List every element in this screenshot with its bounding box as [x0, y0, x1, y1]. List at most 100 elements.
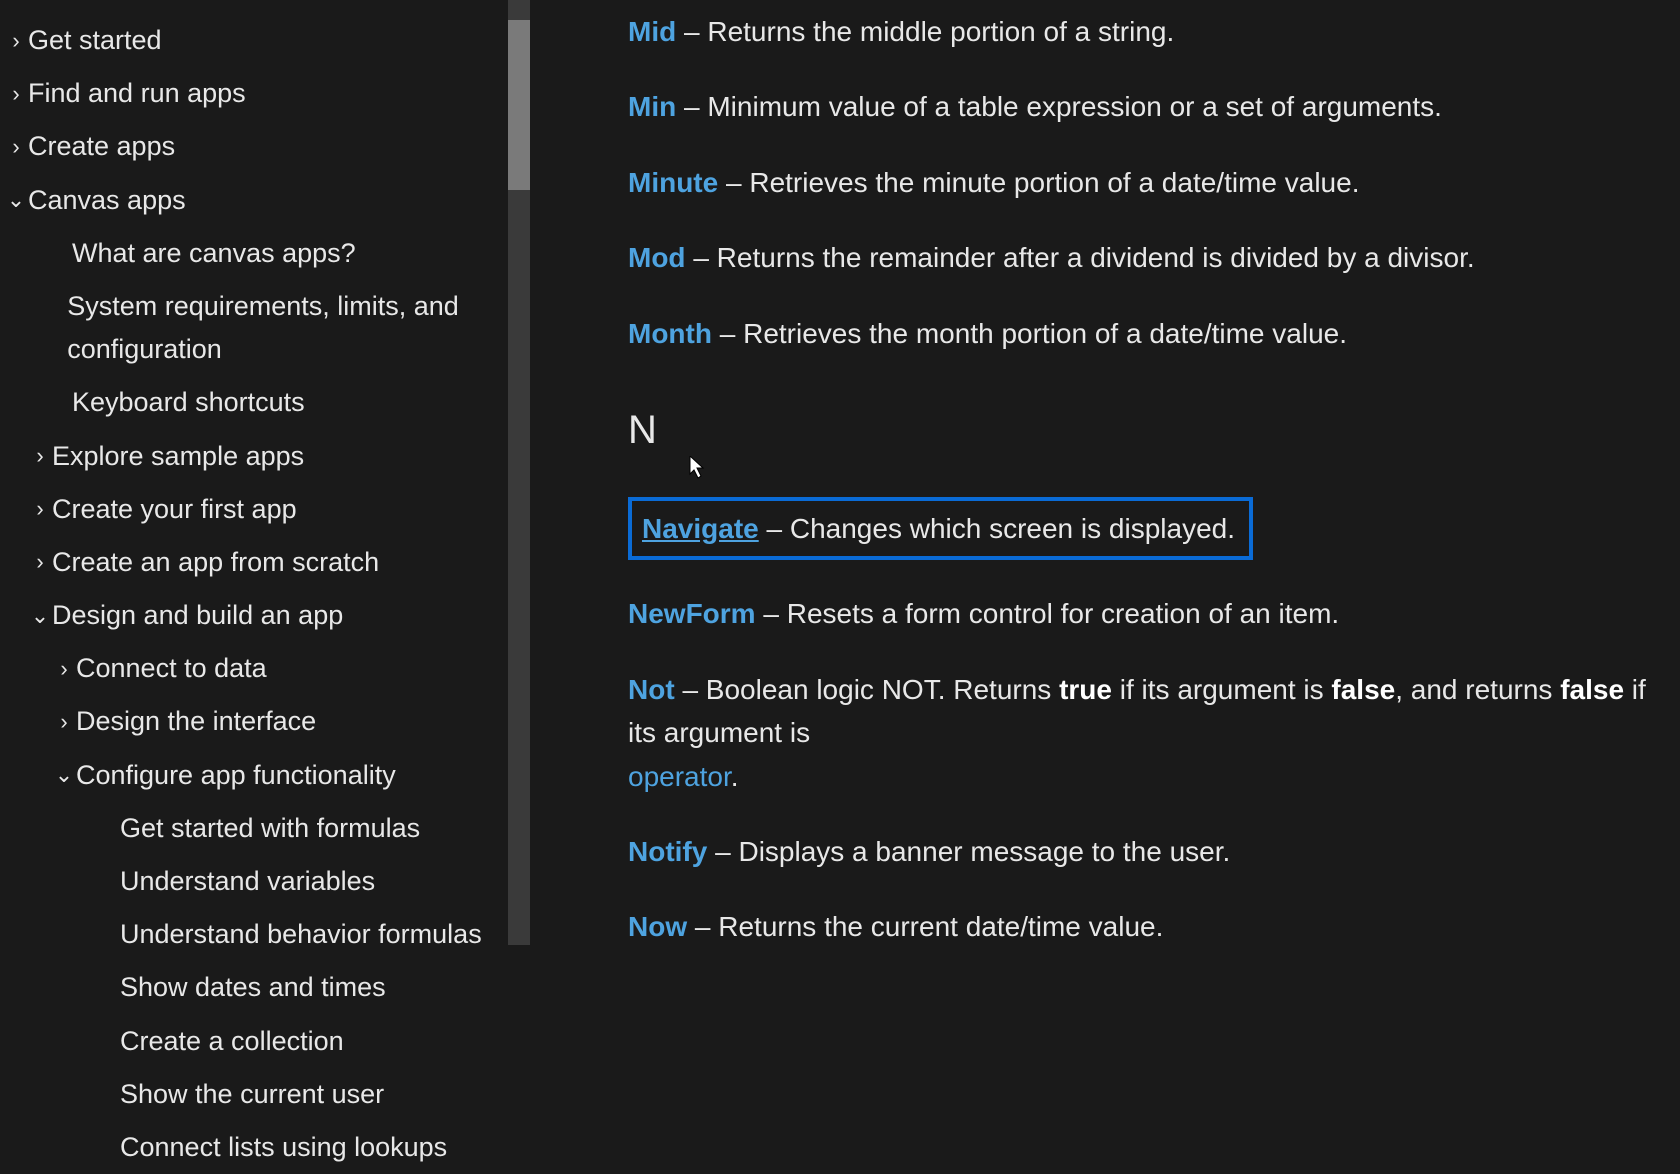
chevron-down-icon[interactable]: ⌄ — [28, 605, 52, 627]
sidebar-item[interactable]: ›Explore sample apps — [0, 430, 510, 483]
bold-true: true — [1059, 674, 1112, 705]
fn-entry: Notify – Displays a banner message to th… — [628, 830, 1680, 873]
sidebar-item-label: Configure app functionality — [76, 754, 396, 797]
sidebar-item-label: Design the interface — [76, 700, 316, 743]
entry-dash: – — [763, 598, 786, 629]
sidebar-nav: ›Get started›Find and run apps›Create ap… — [0, 0, 530, 945]
fn-link-month[interactable]: Month — [628, 318, 712, 349]
chevron-right-icon[interactable]: › — [28, 445, 52, 467]
sidebar-item[interactable]: ›Get started with formulas — [0, 802, 510, 855]
sidebar-item[interactable]: ›Create a collection — [0, 1015, 510, 1068]
sidebar-item-label: What are canvas apps? — [72, 232, 356, 275]
sidebar-item-label: Create your first app — [52, 488, 297, 531]
bold-false: false — [1331, 674, 1395, 705]
chevron-right-icon[interactable]: › — [4, 30, 28, 52]
sidebar-item[interactable]: ›Understand behavior formulas — [0, 908, 510, 961]
chevron-right-icon[interactable]: › — [4, 136, 28, 158]
fn-desc: Retrieves the minute portion of a date/t… — [749, 167, 1359, 198]
entry-dash: – — [693, 242, 716, 273]
sidebar-item[interactable]: ›Connect lists using lookups — [0, 1121, 510, 1174]
sidebar-item-label: Create an app from scratch — [52, 541, 379, 584]
chevron-down-icon[interactable]: ⌄ — [52, 764, 76, 786]
sidebar-item-label: Show the current user — [120, 1073, 384, 1116]
sidebar-item[interactable]: ⌄Canvas apps — [0, 174, 510, 227]
fn-desc-text: Boolean logic NOT. Returns — [706, 674, 1059, 705]
entry-dash: – — [695, 911, 718, 942]
sidebar-item-label: Find and run apps — [28, 72, 246, 115]
sidebar-item-label: Connect lists using lookups — [120, 1126, 447, 1169]
fn-entry: Now – Returns the current date/time valu… — [628, 905, 1680, 945]
fn-entry: Mid – Returns the middle portion of a st… — [628, 10, 1680, 53]
fn-link-mod[interactable]: Mod — [628, 242, 686, 273]
fn-desc: Minimum value of a table expression or a… — [707, 91, 1442, 122]
sidebar-item-label: Create apps — [28, 125, 175, 168]
operator-link[interactable]: operator — [628, 761, 731, 792]
sidebar-item-label: Design and build an app — [52, 594, 343, 637]
sidebar-item-label: Get started with formulas — [120, 807, 420, 850]
fn-desc: Resets a form control for creation of an… — [787, 598, 1339, 629]
sidebar-scrollbar-track[interactable] — [508, 0, 530, 945]
sidebar-item[interactable]: ›Understand variables — [0, 855, 510, 908]
sidebar-item-label: Connect to data — [76, 647, 267, 690]
section-heading-n: N — [628, 399, 1680, 461]
fn-link-now[interactable]: Now — [628, 911, 687, 942]
sidebar-item[interactable]: ›Get started — [0, 14, 510, 67]
fn-desc-text: if its argument is — [1112, 674, 1331, 705]
sidebar-item[interactable]: ›Create apps — [0, 120, 510, 173]
sidebar-item[interactable]: ›What are canvas apps? — [0, 227, 510, 280]
sidebar-item-label: Understand behavior formulas — [120, 913, 482, 956]
period: . — [731, 761, 739, 792]
sidebar-item[interactable]: ›Connect to data — [0, 642, 510, 695]
fn-entry: Minute – Retrieves the minute portion of… — [628, 161, 1680, 204]
fn-link-not[interactable]: Not — [628, 674, 675, 705]
sidebar-item[interactable]: ›Keyboard shortcuts — [0, 376, 510, 429]
chevron-right-icon[interactable]: › — [4, 83, 28, 105]
sidebar-item[interactable]: ›Design the interface — [0, 695, 510, 748]
sidebar-item-label: Keyboard shortcuts — [72, 381, 305, 424]
fn-entry: NewForm – Resets a form control for crea… — [628, 592, 1680, 635]
chevron-right-icon[interactable]: › — [52, 658, 76, 680]
chevron-right-icon[interactable]: › — [52, 711, 76, 733]
content-area: Mid – Returns the middle portion of a st… — [530, 0, 1680, 945]
fn-link-mid[interactable]: Mid — [628, 16, 676, 47]
highlighted-navigate-row: Navigate – Changes which screen is displ… — [628, 497, 1253, 560]
entry-dash: – — [682, 674, 705, 705]
sidebar-item[interactable]: ›Show dates and times — [0, 961, 510, 1014]
sidebar-item[interactable]: ›Find and run apps — [0, 67, 510, 120]
sidebar-scrollbar-thumb[interactable] — [508, 20, 530, 190]
sidebar-item-label: Canvas apps — [28, 179, 186, 222]
fn-desc: Retrieves the month portion of a date/ti… — [743, 318, 1347, 349]
fn-link-min[interactable]: Min — [628, 91, 676, 122]
fn-desc: Returns the current date/time value. — [718, 911, 1163, 942]
fn-desc: Returns the remainder after a dividend i… — [717, 242, 1475, 273]
sidebar-item-label: Show dates and times — [120, 966, 386, 1009]
sidebar-item-label: System requirements, limits, and configu… — [67, 285, 510, 371]
fn-entry: Mod – Returns the remainder after a divi… — [628, 236, 1680, 279]
sidebar-item-label: Explore sample apps — [52, 435, 304, 478]
chevron-down-icon[interactable]: ⌄ — [4, 189, 28, 211]
fn-desc: Returns the middle portion of a string. — [707, 16, 1174, 47]
sidebar-item-label: Get started — [28, 19, 162, 62]
entry-dash: – — [715, 836, 738, 867]
sidebar-item[interactable]: ›System requirements, limits, and config… — [0, 280, 510, 376]
sidebar-item[interactable]: ›Show the current user — [0, 1068, 510, 1121]
entry-dash: – — [684, 91, 707, 122]
fn-desc-text: , and returns — [1395, 674, 1560, 705]
sidebar-item[interactable]: ⌄Design and build an app — [0, 589, 510, 642]
fn-link-newform[interactable]: NewForm — [628, 598, 756, 629]
fn-entry-not: Not – Boolean logic NOT. Returns true if… — [628, 668, 1680, 798]
fn-link-navigate[interactable]: Navigate — [642, 513, 759, 544]
fn-link-notify[interactable]: Notify — [628, 836, 707, 867]
sidebar-item-label: Create a collection — [120, 1020, 344, 1063]
fn-link-minute[interactable]: Minute — [628, 167, 718, 198]
entry-dash: – — [720, 318, 743, 349]
chevron-right-icon[interactable]: › — [28, 551, 52, 573]
sidebar-item[interactable]: ›Create your first app — [0, 483, 510, 536]
sidebar-item-label: Understand variables — [120, 860, 375, 903]
fn-entry: Month – Retrieves the month portion of a… — [628, 312, 1680, 355]
entry-dash: – — [684, 16, 707, 47]
fn-desc: Changes which screen is displayed. — [790, 513, 1235, 544]
chevron-right-icon[interactable]: › — [28, 498, 52, 520]
sidebar-item[interactable]: ⌄Configure app functionality — [0, 749, 510, 802]
sidebar-item[interactable]: ›Create an app from scratch — [0, 536, 510, 589]
